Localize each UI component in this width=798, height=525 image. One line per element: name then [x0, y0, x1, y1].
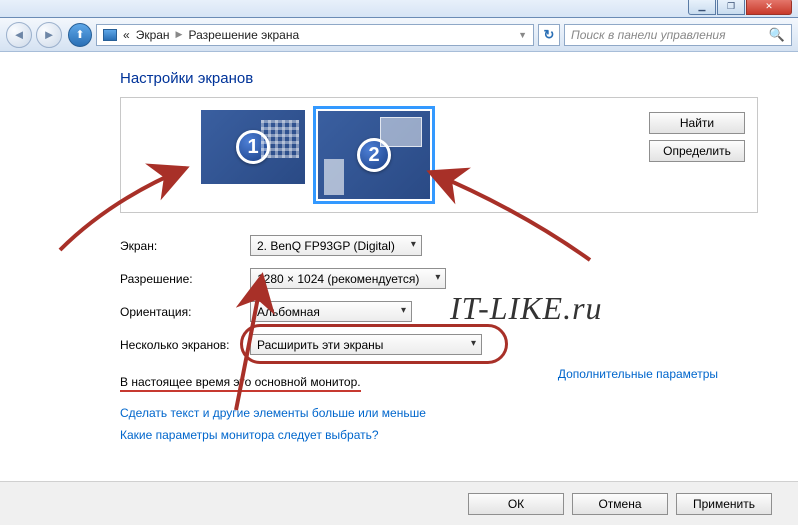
nav-back-button[interactable]: ◄	[6, 22, 32, 48]
orientation-select[interactable]: Альбомная	[250, 301, 412, 322]
multiple-displays-select[interactable]: Расширить эти экраны	[250, 334, 482, 355]
minimize-button[interactable]: ▁	[688, 0, 716, 15]
screen-label: Экран:	[120, 239, 250, 253]
close-button[interactable]: ✕	[746, 0, 792, 15]
breadcrumb-item[interactable]: Разрешение экрана	[188, 28, 299, 42]
advanced-settings-link[interactable]: Дополнительные параметры	[558, 367, 718, 381]
page-title: Настройки экранов	[120, 70, 758, 87]
control-panel-icon	[103, 29, 117, 41]
search-icon: 🔍	[769, 27, 785, 43]
find-button[interactable]: Найти	[649, 112, 745, 134]
window-controls: ▁ ❐ ✕	[687, 0, 792, 15]
resolution-select[interactable]: 1280 × 1024 (рекомендуется)	[250, 268, 446, 289]
refresh-button[interactable]: ↻	[538, 24, 560, 46]
multiple-displays-label: Несколько экранов:	[120, 338, 250, 352]
breadcrumb-prefix: «	[123, 28, 130, 42]
monitors-preview-panel: 1 2 Найти Определить	[120, 97, 758, 213]
detect-button[interactable]: Определить	[649, 140, 745, 162]
content-area: Настройки экранов 1 2 Найти Определить	[0, 52, 798, 481]
primary-monitor-status: В настоящее время это основной монитор.	[120, 375, 361, 392]
orientation-value: Альбомная	[257, 305, 320, 319]
navbar: ◄ ► ⬆ « Экран ▶ Разрешение экрана ▼ ↻ По…	[0, 18, 798, 52]
multiple-displays-value: Расширить эти экраны	[257, 338, 383, 352]
monitor-params-help-link[interactable]: Какие параметры монитора следует выбрать…	[120, 428, 758, 442]
address-bar[interactable]: « Экран ▶ Разрешение экрана ▼	[96, 24, 534, 46]
dialog-footer: ОК Отмена Применить	[0, 481, 798, 525]
resolution-label: Разрешение:	[120, 272, 250, 286]
breadcrumb-item[interactable]: Экран	[136, 28, 170, 42]
maximize-button[interactable]: ❐	[717, 0, 745, 15]
resolution-value: 1280 × 1024 (рекомендуется)	[257, 272, 419, 286]
titlebar: ▁ ❐ ✕	[0, 0, 798, 18]
orientation-label: Ориентация:	[120, 305, 250, 319]
search-placeholder: Поиск в панели управления	[571, 28, 726, 42]
search-input[interactable]: Поиск в панели управления 🔍	[564, 24, 792, 46]
apply-button[interactable]: Применить	[676, 493, 772, 515]
dropdown-icon[interactable]: ▼	[518, 30, 527, 40]
monitor-2[interactable]: 2	[313, 106, 435, 204]
chevron-right-icon: ▶	[176, 29, 183, 40]
monitors-group: 1 2	[197, 106, 435, 204]
nav-forward-button[interactable]: ►	[36, 22, 62, 48]
monitor-1[interactable]: 1	[197, 106, 309, 204]
screen-select[interactable]: 2. BenQ FP93GP (Digital)	[250, 235, 422, 256]
settings-form: Экран: 2. BenQ FP93GP (Digital) Разрешен…	[120, 235, 758, 442]
ok-button[interactable]: ОК	[468, 493, 564, 515]
nav-up-button[interactable]: ⬆	[68, 23, 92, 47]
text-size-link[interactable]: Сделать текст и другие элементы больше и…	[120, 406, 758, 420]
cancel-button[interactable]: Отмена	[572, 493, 668, 515]
screen-value: 2. BenQ FP93GP (Digital)	[257, 239, 395, 253]
